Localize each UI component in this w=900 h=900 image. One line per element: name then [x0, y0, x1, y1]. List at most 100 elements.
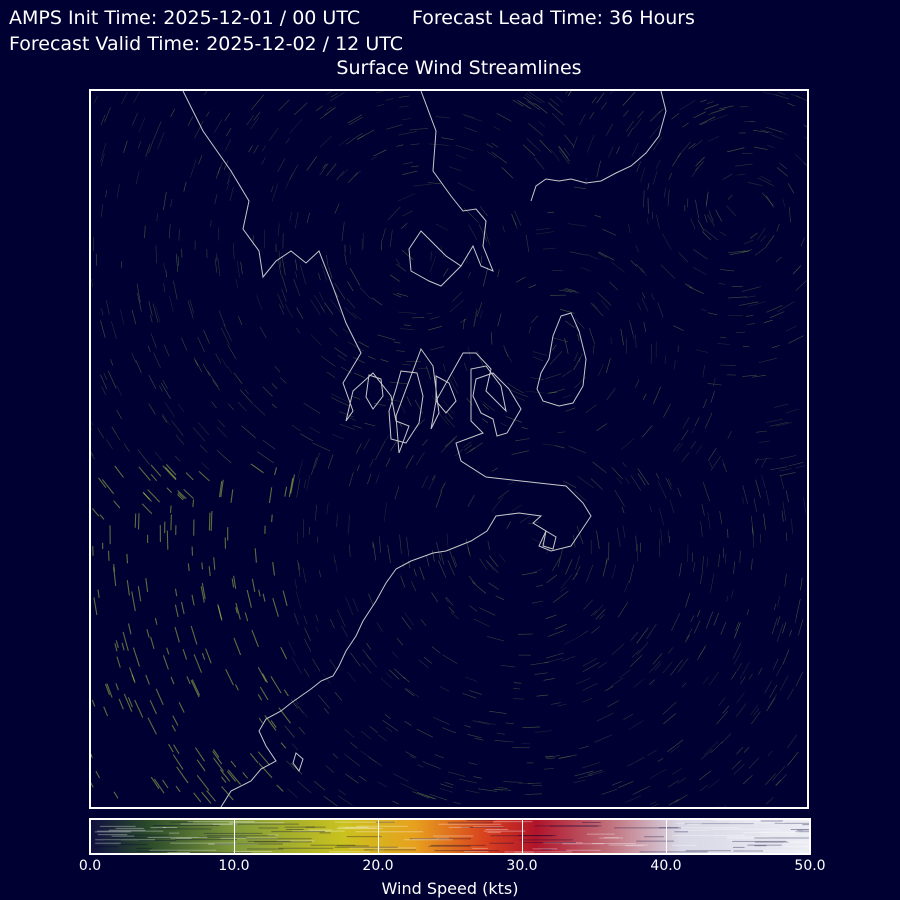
streamline-segment: [596, 530, 600, 549]
streamline-segment: [535, 730, 552, 733]
streamline-segment: [577, 333, 580, 342]
streamline-segment: [693, 562, 695, 572]
streamline-segment: [758, 357, 778, 363]
streamline-segment: [720, 336, 727, 339]
streamline-segment: [370, 156, 378, 161]
streamline-segment: [91, 753, 93, 757]
streamline-segment: [150, 636, 155, 650]
streamline-segment: [726, 595, 729, 602]
streamline-segment: [481, 255, 483, 264]
streamline-segment: [589, 111, 595, 120]
streamline-segment: [726, 205, 737, 217]
streamline-segment: [488, 582, 499, 590]
streamline-segment: [652, 653, 663, 665]
streamline-segment: [583, 599, 594, 610]
streamline-segment: [385, 672, 393, 679]
streamline-segment: [486, 636, 505, 642]
streamline-segment: [739, 550, 741, 563]
streamline-segment: [598, 251, 615, 261]
streamline-segment: [248, 145, 253, 153]
streamline-segment: [390, 440, 398, 452]
streamline-segment: [647, 218, 649, 225]
streamline-segment: [552, 590, 569, 603]
streamline-segment: [803, 497, 807, 514]
streamline-segment: [366, 643, 372, 650]
streamline-segment: [397, 311, 417, 314]
streamline-segment: [226, 127, 232, 137]
streamline-segment: [751, 558, 753, 571]
streamline-segment: [735, 621, 740, 631]
streamline-segment: [681, 682, 687, 688]
streamline-segment: [655, 473, 660, 479]
streamline-segment: [304, 627, 311, 642]
streamline-segment: [473, 309, 478, 327]
streamline-segment: [211, 401, 217, 409]
streamline-segment: [326, 502, 329, 515]
streamline-segment: [463, 441, 472, 448]
streamline-segment: [442, 727, 457, 734]
streamline-segment: [334, 347, 348, 357]
streamline-segment: [440, 552, 445, 565]
streamline-segment: [290, 762, 303, 775]
streamline-segment: [356, 464, 360, 472]
streamline-segment: [406, 687, 420, 698]
streamline-segment: [642, 425, 653, 438]
streamline-segment: [166, 530, 169, 550]
streamline-segment: [295, 271, 298, 278]
streamline-segment: [709, 461, 713, 468]
streamline-segment: [217, 257, 221, 277]
streamline-segment: [727, 296, 747, 299]
streamline-segment: [127, 623, 132, 635]
streamline-segment: [618, 781, 634, 788]
streamline-segment: [586, 564, 594, 582]
streamline-segment: [672, 153, 681, 167]
streamline-segment: [157, 131, 165, 150]
streamline-segment: [690, 615, 695, 623]
streamline-segment: [101, 479, 115, 495]
streamline-segment: [175, 253, 179, 273]
streamline-segment: [111, 426, 121, 441]
streamline-segment: [629, 655, 643, 668]
streamline-segment: [564, 320, 575, 328]
streamline-segment: [154, 617, 158, 625]
streamline-segment: [334, 692, 343, 701]
streamline-segment: [174, 455, 181, 462]
streamline-segment: [393, 773, 409, 782]
streamline-segment: [755, 458, 759, 464]
streamline-segment: [582, 683, 598, 691]
streamline-segment: [146, 629, 150, 638]
streamline-segment: [611, 781, 623, 786]
streamline-segment: [766, 697, 776, 712]
streamline-segment: [177, 256, 179, 267]
streamline-segment: [653, 386, 661, 405]
streamline-segment: [429, 316, 440, 320]
streamline-segment: [91, 699, 96, 707]
streamline-segment: [775, 779, 781, 786]
streamline-segment: [150, 464, 162, 477]
streamline-segment: [763, 513, 766, 530]
streamline-segment: [726, 147, 745, 153]
streamline-segment: [170, 676, 175, 685]
streamline-segment: [107, 550, 110, 561]
streamline-segment: [101, 308, 104, 316]
streamline-segment: [193, 792, 202, 803]
streamline-segment: [650, 768, 667, 779]
streamline-segment: [528, 284, 537, 289]
streamline-segment: [319, 292, 324, 301]
streamline-segment: [792, 265, 802, 275]
streamline-segment: [661, 233, 672, 251]
streamline-segment: [486, 561, 495, 571]
streamline-segment: [277, 223, 280, 237]
streamline-segment: [144, 225, 146, 239]
streamline-segment: [619, 669, 631, 679]
streamline-segment: [411, 165, 419, 168]
streamline-segment: [171, 724, 176, 732]
streamline-segment: [462, 113, 476, 119]
streamline-segment: [707, 136, 720, 142]
island-5: [435, 375, 457, 414]
streamline-segment: [336, 171, 345, 181]
streamline-segment: [702, 482, 710, 502]
streamline-segment: [300, 433, 313, 442]
streamline-segment: [427, 182, 442, 185]
streamline-segment: [312, 658, 321, 672]
